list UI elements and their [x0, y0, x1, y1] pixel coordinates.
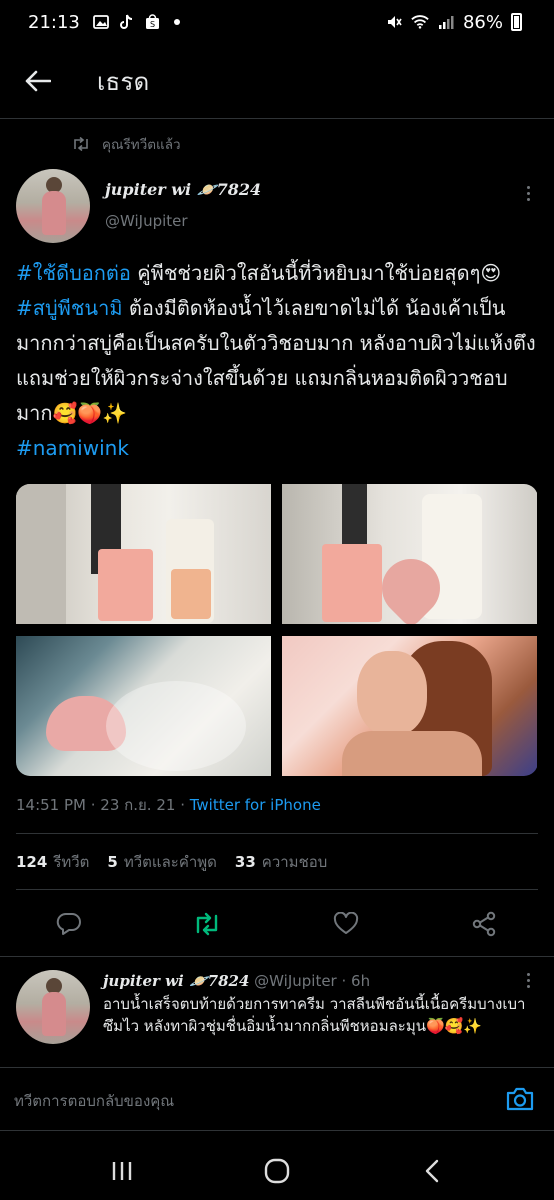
media-grid — [16, 484, 538, 776]
tweet-time: 14:51 PM — [16, 796, 86, 814]
system-back-button[interactable] — [417, 1156, 447, 1186]
gallery-icon — [92, 13, 110, 31]
divider — [16, 833, 538, 834]
reply-button[interactable] — [53, 908, 85, 940]
reply-author-name: jupiter wi 🪐7824 — [103, 972, 250, 990]
tiktok-icon — [118, 13, 136, 31]
camera-button[interactable] — [505, 1086, 537, 1114]
battery-icon — [511, 13, 522, 31]
reply-author[interactable]: jupiter wi 🪐7824 @WiJupiter · 6h — [103, 972, 370, 990]
tweet-photo[interactable] — [282, 636, 537, 776]
tweet-meta: 14:51 PM · 23 ก.ย. 21 · Twitter for iPho… — [16, 796, 321, 814]
page-title: เธรด — [97, 67, 150, 96]
status-time: 21:13 — [28, 11, 80, 33]
svg-text:S: S — [150, 20, 155, 29]
tweet-date: 23 ก.ย. 21 — [100, 796, 176, 814]
signal-icon — [437, 13, 455, 31]
status-right: 86% — [385, 12, 522, 33]
camera-icon — [506, 1087, 534, 1111]
divider — [0, 956, 554, 957]
more-options-button[interactable] — [518, 181, 538, 205]
system-nav-bar — [0, 1140, 554, 1200]
hashtag-link[interactable]: #ใช้ดีบอกต่อ — [16, 261, 131, 285]
chevron-left-icon — [425, 1159, 439, 1183]
reply-author-handle: @WiJupiter — [254, 972, 337, 990]
quotes-stat[interactable]: 5 ทวีตและคำพูด — [107, 850, 217, 874]
heart-icon — [333, 912, 359, 934]
mute-icon — [385, 13, 403, 31]
retweet-label: คุณรีทวีตแล้ว — [102, 137, 181, 153]
hashtag-link[interactable]: #สบู่พีชนามิ — [16, 296, 123, 320]
author-handle[interactable]: @WiJupiter — [105, 212, 188, 230]
tweet-photo[interactable] — [16, 636, 271, 776]
status-left: 21:13 S — [28, 12, 180, 33]
share-icon — [472, 911, 496, 937]
notification-dot-icon — [173, 19, 180, 25]
reply-input[interactable] — [14, 1088, 484, 1114]
tweet-photo[interactable] — [16, 484, 271, 624]
reply-icon — [56, 912, 81, 935]
retweet-icon — [74, 137, 88, 151]
home-button[interactable] — [262, 1156, 292, 1186]
tweet-stats: 124 รีทวีต 5 ทวีตและคำพูด 33 ความชอบ — [16, 850, 327, 874]
author-name[interactable]: jupiter wi 🪐7824 — [105, 180, 261, 199]
back-arrow-icon — [25, 70, 51, 92]
reply-time: 6h — [351, 972, 371, 990]
hashtag-link[interactable]: #namiwink — [16, 436, 129, 460]
wifi-icon — [411, 13, 429, 31]
recent-apps-button[interactable] — [107, 1156, 137, 1186]
header-divider — [0, 118, 554, 119]
retweets-stat[interactable]: 124 รีทวีต — [16, 850, 89, 874]
reply-text: อาบน้ำเสร็จตบท้ายด้วยการทาครีม วาสลีนพีช… — [103, 995, 526, 1035]
tweet-text-segment: คู่พีชช่วยผิวใสอันนี้ที่วิหยิบมาใช้บ่อยส… — [130, 261, 502, 285]
reply-more-options-button[interactable] — [518, 968, 538, 992]
thread-header: เธรด — [0, 50, 554, 112]
retweet-context: คุณรีทวีตแล้ว — [72, 133, 181, 155]
shopee-icon: S — [144, 13, 162, 31]
reply-avatar[interactable] — [16, 970, 90, 1044]
battery-percent: 86% — [462, 11, 503, 33]
back-button[interactable] — [22, 65, 54, 97]
tweet-photo[interactable] — [282, 484, 537, 624]
likes-stat[interactable]: 33 ความชอบ — [235, 850, 327, 874]
divider — [16, 889, 538, 890]
reply-compose-bar — [0, 1067, 554, 1131]
like-button[interactable] — [330, 908, 362, 940]
share-button[interactable] — [468, 908, 500, 940]
avatar[interactable] — [16, 169, 90, 243]
tweet-actions — [0, 900, 554, 948]
recent-apps-icon — [112, 1162, 132, 1180]
tweet-source-link[interactable]: Twitter for iPhone — [190, 796, 321, 814]
retweet-icon — [196, 912, 218, 936]
home-icon — [264, 1158, 290, 1184]
retweet-button[interactable] — [191, 908, 223, 940]
status-bar: 21:13 S 86% — [0, 0, 554, 44]
tweet-text: #ใช้ดีบอกต่อ คู่พีชช่วยผิวใสอันนี้ที่วิห… — [16, 256, 540, 466]
